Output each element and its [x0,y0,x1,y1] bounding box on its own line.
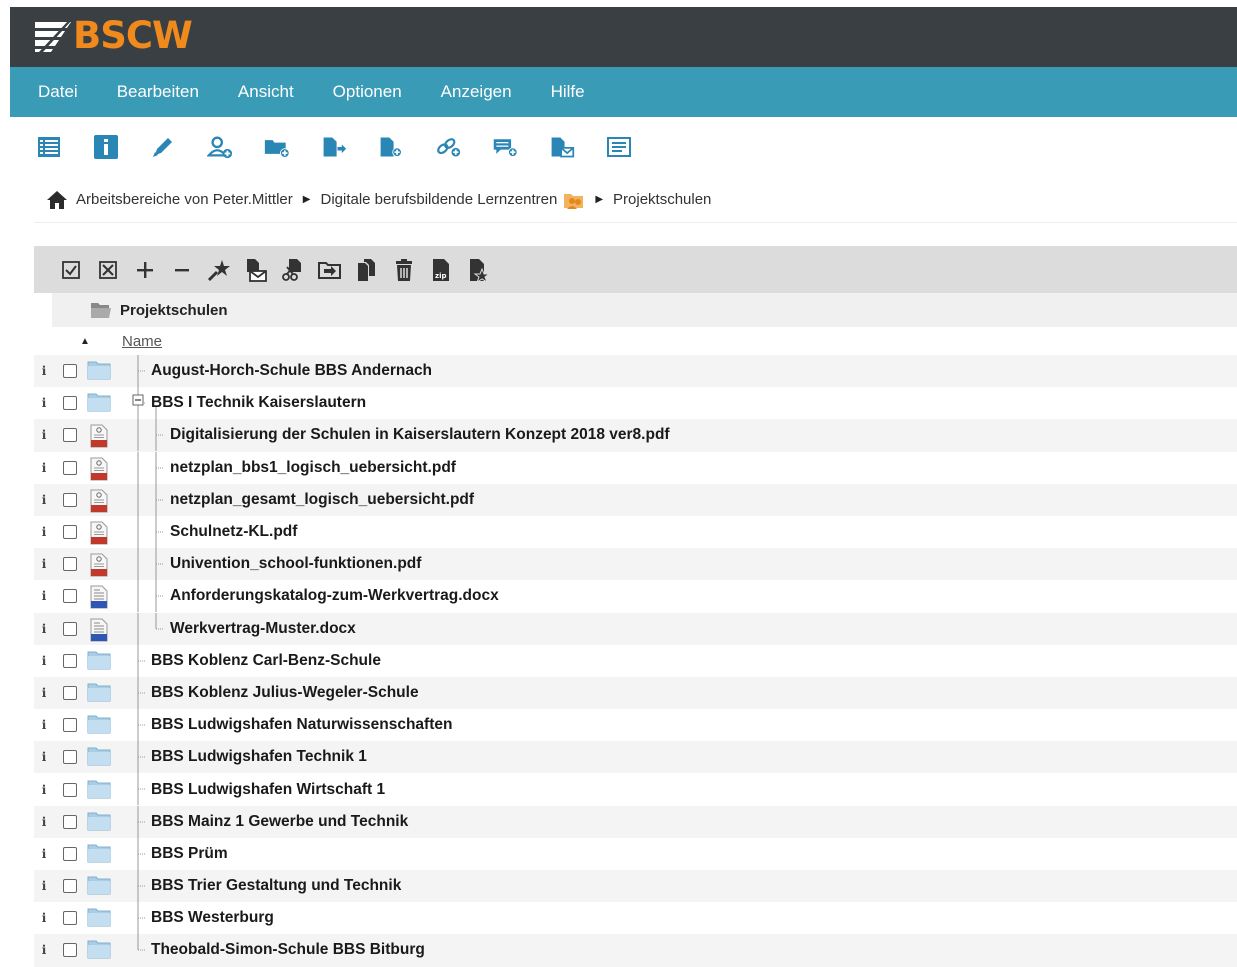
current-folder-name: Projektschulen [120,301,228,319]
breadcrumb-separator-icon: ▶ [302,194,311,205]
current-folder-header: Projektschulen [52,293,1237,327]
cut-icon[interactable] [281,258,305,282]
item-name-link[interactable]: Anforderungskatalog-zum-Werkvertrag.docx [170,587,499,605]
menu-optionen[interactable]: Optionen [333,82,402,102]
list-view-icon[interactable] [36,134,62,160]
item-name-link[interactable]: Werkvertrag-Muster.docx [170,620,356,638]
item-name-link[interactable]: BBS Mainz 1 Gewerbe und Technik [151,813,408,831]
deselect-all-icon[interactable] [96,258,120,282]
edit-pencil-icon[interactable] [150,134,176,160]
delete-icon[interactable] [392,258,416,282]
bscw-logo[interactable]: BSCW [33,14,193,57]
menu-hilfe[interactable]: Hilfe [551,82,585,102]
name-column-header[interactable]: Name [122,333,162,350]
expand-icon[interactable] [133,258,157,282]
list-item[interactable]: i Anforderungskatalog-zum-Werkvertrag.doc… [34,580,1237,613]
menu-anzeigen[interactable]: Anzeigen [441,82,512,102]
list-item[interactable]: i netzplan_gesamt_logisch_uebersicht.pdf [34,483,1237,516]
list-item[interactable]: i BBS Koblenz Julius-Wegeler-Schule [34,676,1237,710]
open-folder-icon [90,300,112,320]
item-name-link[interactable]: Theobald-Simon-Schule BBS Bitburg [151,941,425,959]
menu-ansicht[interactable]: Ansicht [238,82,294,102]
new-document-icon[interactable] [378,134,404,160]
list-item[interactable]: i Werkvertrag-Muster.docx [34,612,1237,645]
info-icon[interactable] [93,134,119,160]
breadcrumb-separator-icon: ▶ [595,194,604,205]
list-item[interactable]: i Univention_school-funktionen.pdf [34,548,1237,581]
file-list: i August-Horch-Schule BBS Andernach i BBS I… [34,355,1237,967]
breadcrumb-item-workspaces[interactable]: Arbeitsbereiche von Peter.Mittler [76,191,293,208]
tree-connector [137,419,164,452]
shared-folder-icon [563,189,585,211]
item-name-link[interactable]: BBS Westerburg [151,909,274,927]
item-name-link[interactable]: BBS Koblenz Carl-Benz-Schule [151,652,381,670]
list-item[interactable]: i BBS Ludwigshafen Wirtschaft 1 [34,773,1237,806]
tree-connector [137,515,164,548]
item-name-link[interactable]: Digitalisierung der Schulen in Kaisersla… [170,426,670,444]
item-name-link[interactable]: BBS Koblenz Julius-Wegeler-Schule [151,684,419,702]
logo-mark-icon [33,18,73,54]
home-icon[interactable] [46,190,68,210]
item-name-link[interactable]: Schulnetz-KL.pdf [170,523,297,541]
logo-text: BSCW [73,14,193,57]
collapse-icon[interactable] [170,258,194,282]
new-discussion-icon[interactable] [492,134,518,160]
item-name-link[interactable]: netzplan_bbs1_logisch_uebersicht.pdf [170,459,456,477]
menu-datei[interactable]: Datei [38,82,78,102]
item-name-link[interactable]: BBS Prüm [151,845,228,863]
breadcrumb-item-lernzentren[interactable]: Digitale berufsbildende Lernzentren [320,191,557,208]
item-name-link[interactable]: BBS Ludwigshafen Naturwissenschaften [151,716,452,734]
list-item[interactable]: i BBS Ludwigshafen Naturwissenschaften [34,709,1237,742]
item-name-link[interactable]: BBS Trier Gestaltung und Technik [151,877,401,895]
item-name-link[interactable]: BBS Ludwigshafen Wirtschaft 1 [151,781,385,799]
main-toolbar [10,117,1237,177]
mark-read-icon[interactable] [466,258,490,282]
menu-bar: Datei Bearbeiten Ansicht Optionen Anzeig… [10,67,1237,117]
svg-text:zip: zip [435,272,446,280]
list-item[interactable]: i Schulnetz-KL.pdf [34,515,1237,548]
action-bar: zip [34,246,1237,293]
item-name-link[interactable]: Univention_school-funktionen.pdf [170,555,421,573]
list-item[interactable]: i BBS Koblenz Carl-Benz-Schule [34,644,1237,677]
item-name-link[interactable]: August-Horch-Schule BBS Andernach [151,362,432,380]
item-name-link[interactable]: BBS Ludwigshafen Technik 1 [151,748,367,766]
list-item[interactable]: i BBS Westerburg [34,902,1237,935]
tree-connector [137,612,164,645]
list-item[interactable]: i Digitalisierung der Schulen in Kaisersl… [34,419,1237,452]
top-header: BSCW [10,7,1237,67]
send-icon[interactable] [244,258,268,282]
list-item[interactable]: i August-Horch-Schule BBS Andernach [34,355,1237,388]
note-icon[interactable] [606,134,632,160]
zip-icon[interactable]: zip [429,258,453,282]
list-item[interactable]: i BBS Prüm [34,837,1237,870]
new-folder-icon[interactable] [264,134,290,160]
sort-ascending-icon[interactable]: ▲ [52,336,122,347]
select-all-icon[interactable] [59,258,83,282]
send-mail-icon[interactable] [549,134,575,160]
move-document-icon[interactable] [321,134,347,160]
list-item[interactable]: i BBS I Technik Kaiserslautern [34,387,1237,420]
breadcrumb-item-projektschulen[interactable]: Projektschulen [613,191,711,208]
column-header-row: ▲ Name [52,327,1237,355]
move-to-icon[interactable] [318,258,342,282]
copy-icon[interactable] [355,258,379,282]
add-url-icon[interactable] [435,134,461,160]
list-item[interactable]: i netzplan_bbs1_logisch_uebersicht.pdf [34,451,1237,484]
item-name-link[interactable]: netzplan_gesamt_logisch_uebersicht.pdf [170,491,474,509]
add-member-icon[interactable] [207,134,233,160]
rate-icon[interactable] [207,258,231,282]
list-item[interactable]: i BBS Ludwigshafen Technik 1 [34,741,1237,774]
bscw-app: BSCW Datei Bearbeiten Ansicht Optionen A… [10,7,1237,967]
breadcrumb: Arbeitsbereiche von Peter.Mittler ▶ Digi… [34,177,1237,223]
tree-connector [137,548,164,581]
list-item[interactable]: i Theobald-Simon-Schule BBS Bitburg [34,934,1237,967]
menu-bearbeiten[interactable]: Bearbeiten [117,82,199,102]
item-name-link[interactable]: BBS I Technik Kaiserslautern [151,394,366,412]
list-item[interactable]: i BBS Trier Gestaltung und Technik [34,870,1237,903]
tree-connector [137,580,164,613]
folder-listing: zip Projektschulen ▲ Name i August-Horch-… [34,246,1237,967]
tree-connector [137,451,164,484]
tree-connector [137,483,164,516]
list-item[interactable]: i BBS Mainz 1 Gewerbe und Technik [34,805,1237,838]
